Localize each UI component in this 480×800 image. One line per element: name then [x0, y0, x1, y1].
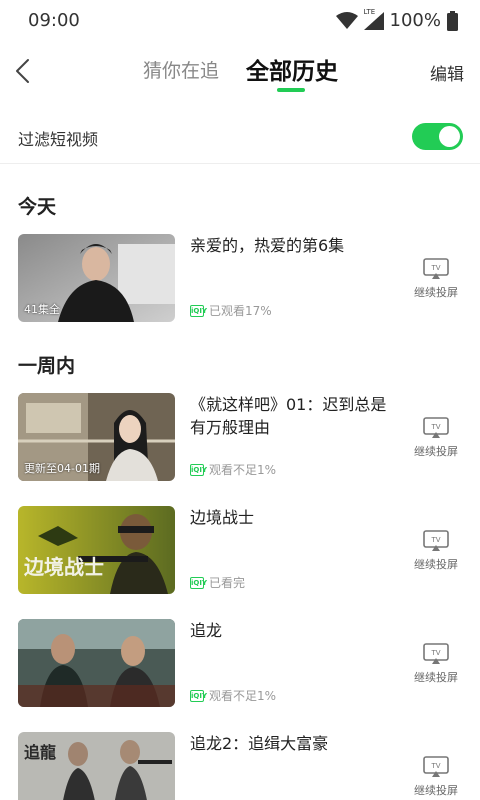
watch-progress: iQIY 已看完 [190, 574, 245, 591]
back-button[interactable] [12, 56, 36, 86]
status-bar: 09:00 LTE 100% [0, 0, 480, 44]
iqiyi-badge-icon: iQIY [190, 689, 208, 702]
tv-cast-icon: TV [423, 643, 449, 664]
video-title: 追龙 [190, 621, 223, 640]
filter-short-video-label: 过滤短视频 [18, 130, 99, 149]
history-item[interactable]: 边境战士 边境战士 iQIY 已看完 TV 继续投屏 [0, 506, 480, 598]
watch-progress: iQIY 已观看17% [190, 302, 272, 319]
video-title: 亲爱的，热爱的第6集 [190, 236, 345, 255]
history-item[interactable]: 更新至04-01期 《就这样吧》01：迟到总是有万般理由 iQIY 观看不足1%… [0, 393, 480, 485]
continue-cast-button[interactable]: TV 继续投屏 [408, 643, 464, 689]
history-item[interactable]: 追龍 追龙2：追缉大富豪 TV 继续投屏 [0, 732, 480, 800]
video-thumbnail[interactable]: 追龍 [18, 732, 175, 800]
nav-bar: 猜你在追 全部历史 编辑 [0, 44, 480, 100]
continue-cast-button[interactable]: TV 继续投屏 [408, 530, 464, 576]
video-title: 《就这样吧》01：迟到总是有万般理由 [190, 395, 387, 437]
svg-text:TV: TV [430, 762, 440, 770]
video-thumbnail[interactable] [18, 619, 175, 707]
svg-text:TV: TV [430, 649, 440, 657]
watch-progress: iQIY 观看不足1% [190, 687, 276, 704]
tv-cast-icon: TV [423, 530, 449, 551]
update-status-badge: 更新至04-01期 [24, 462, 100, 475]
video-thumbnail[interactable]: 更新至04-01期 [18, 393, 175, 481]
watch-progress: iQIY 观看不足1% [190, 461, 276, 478]
status-time: 09:00 [28, 10, 80, 31]
continue-cast-button[interactable]: TV 继续投屏 [408, 756, 464, 800]
iqiyi-badge-icon: iQIY [190, 463, 208, 476]
tab-guess-following[interactable]: 猜你在追 [143, 56, 219, 83]
cellular-signal-icon: LTE [363, 8, 384, 30]
wifi-icon [335, 11, 358, 30]
continue-cast-label: 继续投屏 [414, 671, 458, 684]
iqiyi-badge-icon: iQIY [190, 304, 208, 317]
tv-cast-icon: TV [423, 756, 449, 777]
continue-cast-label: 继续投屏 [414, 445, 458, 458]
watch-progress-text: 已看完 [209, 576, 246, 590]
continue-cast-label: 继续投屏 [414, 558, 458, 571]
video-title: 边境战士 [190, 508, 255, 527]
active-tab-indicator [277, 88, 305, 92]
video-title: 追龙2：追缉大富豪 [190, 734, 329, 753]
watch-progress-text: 观看不足1% [209, 689, 277, 703]
filter-short-video-toggle[interactable] [412, 123, 463, 150]
edit-button[interactable]: 编辑 [430, 60, 464, 85]
continue-cast-label: 继续投屏 [414, 784, 458, 797]
video-thumbnail[interactable]: 41集全 [18, 234, 175, 322]
status-icons: LTE 100% [335, 8, 458, 31]
svg-text:TV: TV [430, 264, 440, 272]
battery-percent: 100% [389, 10, 441, 31]
filter-short-video-row: 过滤短视频 [0, 112, 480, 164]
watch-progress-text: 观看不足1% [209, 463, 277, 477]
episode-count-badge: 41集全 [24, 303, 60, 316]
iqiyi-badge-icon: iQIY [190, 576, 208, 589]
svg-text:TV: TV [430, 423, 440, 431]
svg-text:TV: TV [430, 536, 440, 544]
toggle-knob [439, 126, 460, 147]
battery-icon [447, 10, 458, 31]
watch-progress-text: 已观看17% [209, 304, 272, 318]
history-item[interactable]: 追龙 iQIY 观看不足1% TV 继续投屏 [0, 619, 480, 711]
section-title-today: 今天 [18, 196, 57, 218]
tab-all-history[interactable]: 全部历史 [246, 52, 338, 86]
chevron-left-icon [16, 59, 29, 83]
poster-title-text: 追龍 [24, 743, 56, 762]
poster-title-text: 边境战士 [23, 555, 104, 579]
history-item[interactable]: 41集全 亲爱的，热爱的第6集 iQIY 已观看17% TV 继续投屏 [0, 234, 480, 326]
network-type-label: LTE [363, 7, 376, 16]
section-title-this-week: 一周内 [18, 355, 76, 377]
continue-cast-button[interactable]: TV 继续投屏 [408, 258, 464, 304]
tv-cast-icon: TV [423, 258, 449, 279]
tv-cast-icon: TV [423, 417, 449, 438]
continue-cast-button[interactable]: TV 继续投屏 [408, 417, 464, 463]
continue-cast-label: 继续投屏 [414, 286, 458, 299]
video-thumbnail[interactable]: 边境战士 [18, 506, 175, 594]
